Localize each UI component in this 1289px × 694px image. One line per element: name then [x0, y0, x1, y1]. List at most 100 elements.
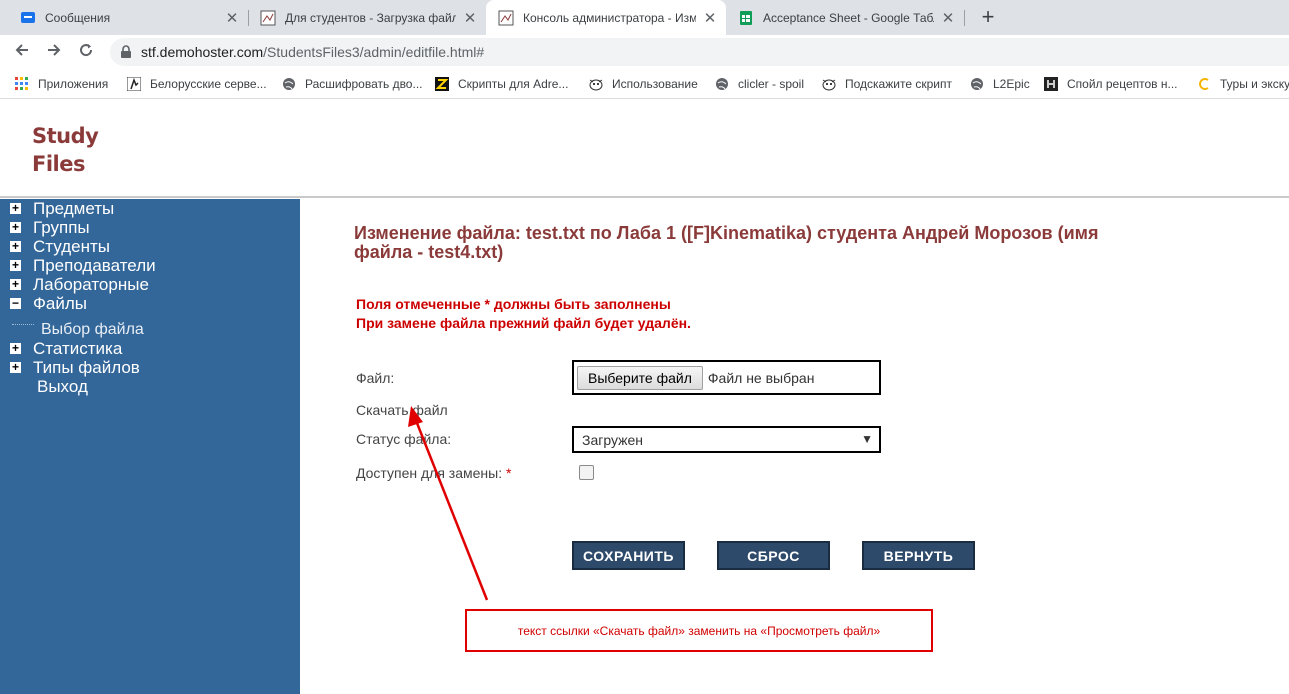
bookmark-item[interactable]: clicler - spoil — [714, 75, 804, 93]
bookmark-item[interactable]: Спойл рецептов н... — [1043, 75, 1178, 93]
sidebar-item-file-types[interactable]: + Типы файлов — [10, 358, 140, 377]
replaceable-label: Доступен для замены: * — [356, 465, 511, 481]
sidebar-item-statistics[interactable]: + Статистика — [10, 339, 122, 358]
tab-admin-console[interactable]: Консоль администратора - Изм ✕ — [486, 0, 726, 35]
bookmark-label: Туры и экску — [1220, 77, 1289, 91]
sidebar-subitem-select-file[interactable]: Выбор файла — [41, 321, 144, 339]
annotation-text: текст ссылки «Скачать файл» заменить на … — [517, 623, 881, 638]
replace-warning-note: При замене файла прежний файл будет удал… — [356, 315, 691, 331]
lock-icon — [120, 45, 132, 59]
sidebar-item-students[interactable]: + Студенты — [10, 237, 110, 256]
swirl-icon — [1196, 76, 1212, 92]
browser-toolbar: stf.demohoster.com/StudentsFiles3/admin/… — [0, 35, 1289, 69]
chat-icon — [20, 10, 36, 26]
file-status-text: Файл не выбран — [707, 369, 815, 386]
expand-plus-icon[interactable]: + — [10, 221, 21, 233]
required-asterisk: * — [505, 465, 512, 481]
reset-button[interactable]: СБРОС — [717, 541, 830, 570]
status-select-value: Загружен — [582, 431, 644, 448]
bookmark-item[interactable]: Подскажите скрипт — [821, 75, 952, 93]
page-title: Изменение файла: test.txt по Лаба 1 ([F]… — [354, 223, 1099, 262]
expand-plus-icon[interactable]: + — [10, 278, 21, 290]
expand-plus-icon[interactable]: + — [10, 202, 21, 214]
address-bar[interactable]: stf.demohoster.com/StudentsFiles3/admin/… — [110, 38, 1289, 66]
sidebar-item-labs[interactable]: + Лабораторные — [10, 275, 149, 294]
tab-title: Для студентов - Загрузка файло — [285, 10, 456, 25]
tab-messages[interactable]: Сообщения ✕ — [8, 0, 248, 35]
bookmark-label: Скрипты для Adre... — [458, 77, 569, 91]
globe-icon — [714, 76, 730, 92]
choose-file-button[interactable]: Выберите файл — [577, 365, 703, 390]
sidebar-item-label: Статистика — [33, 338, 123, 358]
status-select[interactable]: Загружен ▼ — [572, 426, 881, 453]
replaceable-label-text: Доступен для замены: — [356, 465, 503, 481]
file-input[interactable]: Выберите файл Файл не выбран — [572, 360, 881, 395]
sidebar: + Предметы + Группы + Студенты + Препода… — [0, 199, 300, 694]
close-icon[interactable]: ✕ — [224, 9, 240, 27]
tab-title: Консоль администратора - Изм — [523, 10, 696, 25]
bookmark-item[interactable]: L2Epic — [969, 75, 1030, 93]
close-icon[interactable]: ✕ — [702, 9, 718, 27]
back-button[interactable]: ВЕРНУТЬ — [862, 541, 975, 570]
globe-icon — [281, 76, 297, 92]
sheets-icon — [738, 10, 754, 26]
bookmark-label: Использование — [612, 77, 698, 91]
forward-arrow-icon[interactable] — [42, 40, 66, 64]
apps-grid-icon — [14, 76, 30, 92]
bookmarks-bar: Приложения Белорусские серве... Расшифро… — [0, 69, 1289, 99]
tab-acceptance-sheet[interactable]: Acceptance Sheet - Google Табл ✕ — [726, 0, 964, 35]
bookmark-label: Приложения — [38, 77, 109, 91]
url-host: stf.demohoster.com — [141, 44, 264, 60]
tab-strip: Сообщения ✕ Для студентов - Загрузка фай… — [0, 0, 1289, 35]
bookmark-label: Расшифровать дво... — [305, 77, 423, 91]
back-arrow-icon[interactable] — [10, 40, 34, 64]
bookmark-label: Подскажите скрипт — [845, 77, 952, 91]
new-tab-button[interactable]: + — [977, 5, 999, 29]
expand-plus-icon[interactable]: + — [10, 342, 21, 354]
save-button[interactable]: СОХРАНИТЬ — [572, 541, 685, 570]
dog-icon — [588, 76, 604, 92]
page-content: Study Files + Предметы + Группы + Студен… — [0, 100, 1289, 694]
expand-plus-icon[interactable]: + — [10, 361, 21, 373]
expand-plus-icon[interactable]: + — [10, 259, 21, 271]
expand-plus-icon[interactable]: + — [10, 240, 21, 252]
annotation-callout: текст ссылки «Скачать файл» заменить на … — [465, 609, 933, 652]
bookmark-item[interactable]: Скрипты для Adre... — [434, 75, 568, 93]
dropdown-arrow-icon: ▼ — [861, 432, 873, 446]
logo-line-1: Study — [32, 124, 99, 148]
sidebar-item-files[interactable]: − Файлы — [10, 294, 87, 313]
header-divider — [0, 196, 1289, 198]
sidebar-item-label: Преподаватели — [33, 255, 156, 275]
sidebar-item-teachers[interactable]: + Преподаватели — [10, 256, 156, 275]
download-file-link[interactable]: Скачать файл — [356, 402, 448, 418]
bookmark-item[interactable]: Белорусские серве... — [126, 75, 267, 93]
globe-icon — [969, 76, 985, 92]
reload-icon[interactable] — [74, 40, 98, 64]
z-icon — [434, 76, 450, 92]
file-label: Файл: — [356, 370, 395, 386]
collapse-minus-icon[interactable]: − — [10, 297, 21, 309]
sidebar-item-label: Студенты — [33, 236, 110, 256]
castle-icon — [1043, 76, 1059, 92]
url-path: /StudentsFiles3/admin/editfile.html# — [263, 44, 485, 60]
bookmark-label: Белорусские серве... — [150, 77, 267, 91]
replaceable-checkbox[interactable] — [579, 465, 594, 480]
bookmark-item[interactable]: Расшифровать дво... — [281, 75, 422, 93]
close-icon[interactable]: ✕ — [462, 9, 478, 27]
required-fields-note: Поля отмеченные * должны быть заполнены — [356, 296, 671, 312]
sidebar-item-subjects[interactable]: + Предметы — [10, 199, 114, 218]
doc-icon — [260, 10, 276, 26]
sidebar-item-logout[interactable]: Выход — [10, 377, 88, 396]
bookmark-item[interactable]: Туры и экску — [1196, 75, 1289, 93]
site-logo[interactable]: Study Files — [32, 122, 99, 178]
logo-line-2: Files — [32, 152, 85, 176]
cs-icon — [126, 76, 142, 92]
tab-students-upload[interactable]: Для студентов - Загрузка файло ✕ — [248, 0, 486, 35]
bookmark-apps[interactable]: Приложения — [14, 75, 108, 93]
dog-icon — [821, 76, 837, 92]
bookmark-item[interactable]: Использование — [588, 75, 698, 93]
close-icon[interactable]: ✕ — [940, 9, 956, 27]
sidebar-item-groups[interactable]: + Группы — [10, 218, 90, 237]
bookmark-label: L2Epic — [993, 77, 1030, 91]
status-label: Статус файла: — [356, 431, 452, 447]
